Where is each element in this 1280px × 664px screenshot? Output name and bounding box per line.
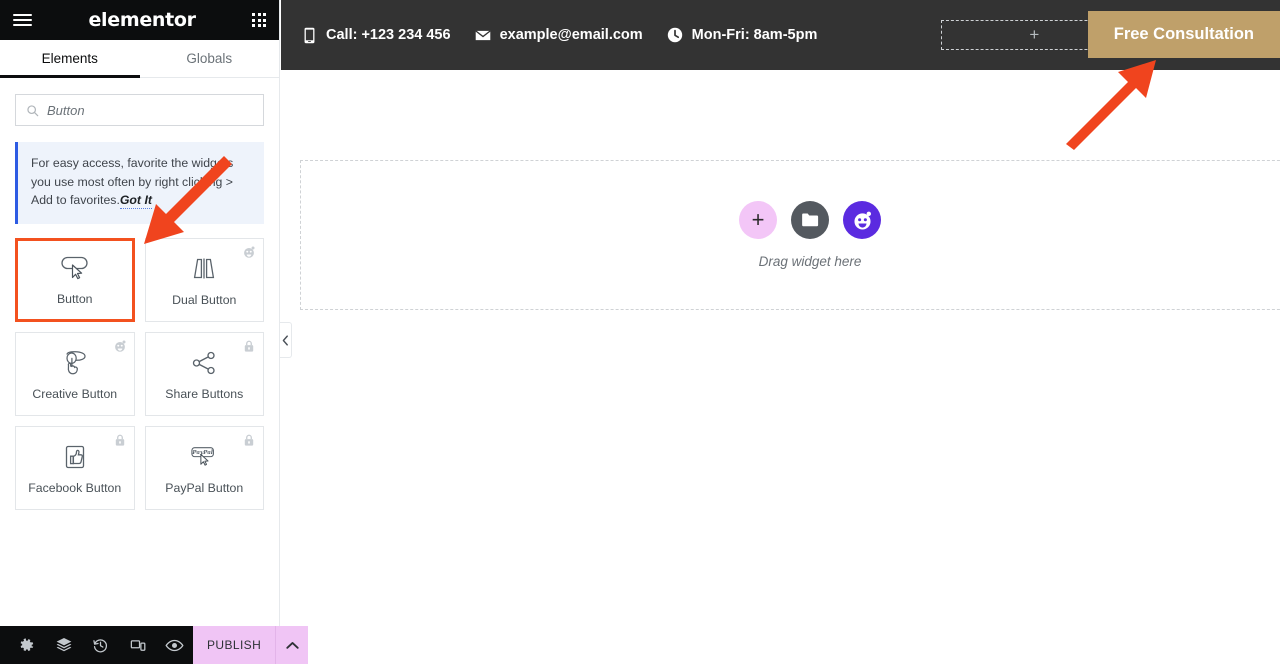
page-canvas: Call: +123 234 456 example@email.com Mon… [281, 0, 1280, 664]
widget-label: Dual Button [172, 292, 237, 307]
settings-gear-icon[interactable] [8, 626, 45, 664]
favorites-tip-notice: For easy access, favorite the widgets yo… [15, 142, 264, 225]
ai-builder-button[interactable] [843, 201, 881, 239]
contact-phone: Call: +123 234 456 [301, 26, 451, 44]
layers-navigator-icon[interactable] [45, 626, 82, 664]
plus-icon: + [751, 207, 765, 232]
elementor-logo: elementor [88, 9, 196, 31]
panel-tabs: Elements Globals [0, 40, 279, 78]
widget-card-paypal-button[interactable]: PayPal PayPal Button [144, 426, 264, 511]
clock-icon [667, 26, 683, 44]
got-it-link[interactable]: Got It [119, 193, 152, 210]
search-section [0, 78, 279, 126]
widget-grid: Button Dual Button Creative Button Share… [15, 238, 264, 511]
widget-label: Button [56, 292, 93, 307]
button-cursor-icon [58, 253, 92, 283]
envelope-icon [474, 26, 491, 44]
free-consultation-button[interactable]: Free Consultation [1087, 11, 1280, 58]
panel-collapse-handle[interactable] [280, 322, 292, 358]
widget-card-dual-button[interactable]: Dual Button [144, 238, 264, 323]
canvas-action-buttons: + [739, 201, 881, 239]
dual-button-icon [187, 254, 221, 284]
grid-dots-icon[interactable] [252, 13, 266, 27]
contact-hours: Mon-Fri: 8am-5pm [667, 26, 818, 44]
ai-face-icon [853, 211, 871, 229]
mobile-phone-icon [301, 26, 317, 44]
footer-tool-group [0, 626, 193, 664]
panel-header: elementor [0, 0, 279, 40]
share-nodes-icon [187, 348, 221, 378]
tab-elements-label: Elements [41, 51, 98, 66]
widget-label: Share Buttons [165, 386, 244, 401]
lock-badge-icon [115, 434, 124, 446]
publish-button[interactable]: PUBLISH [193, 626, 309, 664]
add-template-button[interactable] [791, 201, 829, 239]
widget-label: PayPal Button [165, 480, 244, 495]
panel-footer-toolbar: PUBLISH [0, 626, 309, 664]
widget-card-button[interactable]: Button [15, 238, 135, 323]
elementor-editor: elementor Elements Globals Button For ea… [0, 0, 1280, 664]
canvas-drop-inner: + Drag widget here [301, 161, 1280, 309]
search-input[interactable] [47, 102, 253, 118]
preview-eye-icon[interactable] [156, 626, 193, 664]
creative-button-icon [58, 348, 92, 378]
history-clock-icon[interactable] [82, 626, 119, 664]
add-element-button[interactable]: + [739, 201, 777, 239]
responsive-devices-icon[interactable] [119, 626, 156, 664]
contact-hours-text: Mon-Fri: 8am-5pm [691, 27, 818, 43]
widget-label: Facebook Button [28, 480, 122, 495]
tab-globals[interactable]: Globals [140, 40, 280, 77]
widget-card-facebook-button[interactable]: Facebook Button [15, 426, 135, 511]
contact-email-text: example@email.com [499, 27, 643, 43]
chevron-up-icon[interactable] [275, 626, 308, 664]
canvas-drop-section[interactable]: + Drag widget here [300, 160, 1280, 310]
publish-label: PUBLISH [207, 638, 262, 652]
header-dropzone-plus: + [1029, 25, 1040, 44]
paypal-icon: PayPal [187, 442, 221, 472]
pro-badge-icon [244, 246, 255, 258]
hamburger-icon[interactable] [13, 13, 32, 27]
tab-globals-label: Globals [186, 51, 233, 66]
pro-badge-icon [114, 340, 126, 352]
thumbs-up-icon [58, 442, 92, 472]
drag-widget-here-label: Drag widget here [758, 254, 862, 269]
contact-phone-text: Call: +123 234 456 [326, 27, 451, 43]
editor-panel: elementor Elements Globals Button For ea… [0, 0, 309, 664]
search-box[interactable] [15, 94, 264, 126]
site-top-bar: Call: +123 234 456 example@email.com Mon… [281, 0, 1280, 70]
lock-badge-icon [244, 340, 254, 352]
free-consultation-label: Free Consultation [1113, 25, 1254, 43]
widget-card-creative-button[interactable]: Creative Button [15, 332, 135, 417]
contact-email: example@email.com [474, 26, 643, 44]
widget-label: Creative Button [32, 386, 118, 401]
search-icon [27, 104, 39, 116]
folder-icon [801, 213, 818, 227]
lock-badge-icon [244, 434, 254, 446]
tab-elements[interactable]: Elements [0, 40, 140, 78]
widget-card-share-buttons[interactable]: Share Buttons [144, 332, 264, 417]
